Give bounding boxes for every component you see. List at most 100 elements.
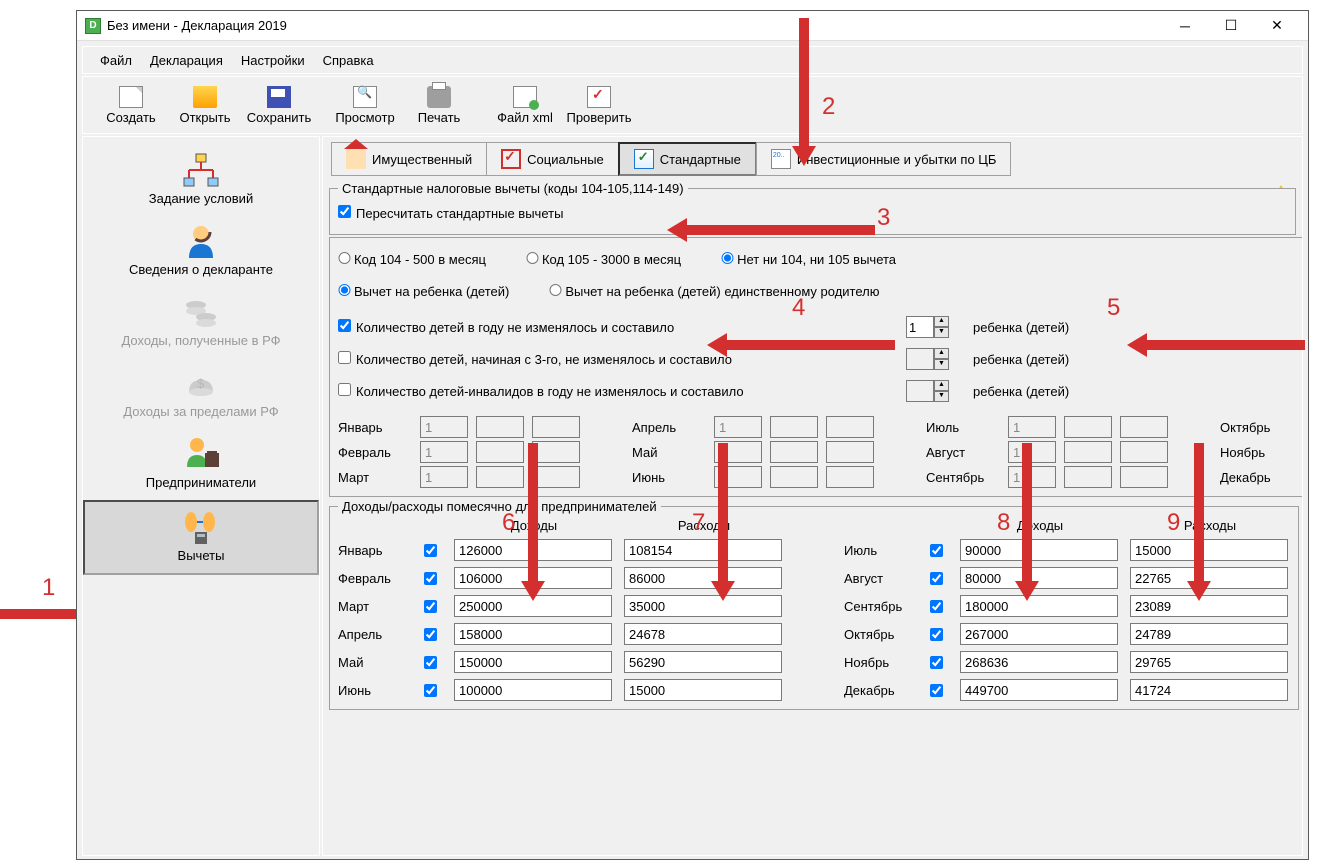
tab-property[interactable]: Имущественный — [331, 142, 487, 176]
toolbar-check[interactable]: Проверить — [563, 80, 635, 130]
recalc-checkbox-label[interactable]: Пересчитать стандартные вычеты — [338, 205, 563, 221]
check-icon — [587, 86, 611, 108]
menu-file[interactable]: Файл — [93, 50, 139, 71]
sidebar-conditions-label: Задание условий — [149, 191, 253, 206]
mar-cb[interactable] — [424, 600, 437, 613]
toolbar-preview-label: Просмотр — [335, 110, 394, 125]
annotation-number-7: 7 — [692, 509, 705, 537]
toolbar-create[interactable]: Создать — [95, 80, 167, 130]
nov-income[interactable] — [960, 651, 1118, 673]
oct-cb[interactable] — [930, 628, 943, 641]
nov-cb[interactable] — [930, 656, 943, 669]
children-from3-spin[interactable]: ▲▼ — [906, 348, 949, 370]
tab-social[interactable]: Социальные — [486, 142, 619, 176]
children-disab-check[interactable]: Количество детей-инвалидов в году не изм… — [338, 383, 898, 399]
jan-2[interactable] — [476, 416, 524, 438]
maximize-button[interactable]: ☐ — [1208, 11, 1254, 41]
recalc-checkbox[interactable] — [338, 205, 351, 218]
feb-cb[interactable] — [424, 572, 437, 585]
children-from3-check[interactable]: Количество детей, начиная с 3-го, не изм… — [338, 351, 898, 367]
menu-settings[interactable]: Настройки — [234, 50, 312, 71]
tab-standard[interactable]: Стандартные — [618, 142, 757, 176]
jan-3[interactable] — [532, 416, 580, 438]
jul-income[interactable] — [960, 539, 1118, 561]
spin-up[interactable]: ▲ — [934, 316, 949, 327]
toolbar-create-label: Создать — [106, 110, 155, 125]
social-icon — [501, 149, 521, 169]
sidebar-income-abroad-label: Доходы за пределами РФ — [123, 404, 278, 419]
annotation-number-3: 3 — [877, 204, 890, 232]
oct-expense[interactable] — [1130, 623, 1288, 645]
annotation-number-6: 6 — [502, 509, 515, 537]
feb-1[interactable] — [420, 441, 468, 463]
apr-cb[interactable] — [424, 628, 437, 641]
tab-social-label: Социальные — [527, 152, 604, 167]
sidebar-item-conditions[interactable]: Задание условий — [83, 145, 319, 216]
mar-income[interactable] — [454, 595, 612, 617]
jun-cb[interactable] — [424, 684, 437, 697]
toolbar-save[interactable]: Сохранить — [243, 80, 315, 130]
toolbar-open[interactable]: Открыть — [169, 80, 241, 130]
sidebar-item-entrepreneur[interactable]: Предприниматели — [83, 429, 319, 500]
jun-income[interactable] — [454, 679, 612, 701]
feb-expense[interactable] — [624, 567, 782, 589]
annotation-number-8: 8 — [997, 509, 1010, 537]
dec-income[interactable] — [960, 679, 1118, 701]
jan-1[interactable] — [420, 416, 468, 438]
jan-income[interactable] — [454, 539, 612, 561]
nov-expense[interactable] — [1130, 651, 1288, 673]
apr-income[interactable] — [454, 623, 612, 645]
apr-expense[interactable] — [624, 623, 782, 645]
jan-expense[interactable] — [624, 539, 782, 561]
children-count-spin[interactable]: ▲▼ — [906, 316, 949, 338]
ie-legend: Доходы/расходы помесячно для предпринима… — [338, 499, 661, 514]
income-expense-group: Доходы/расходы помесячно для предпринима… — [329, 499, 1299, 710]
radio-code105[interactable]: Код 105 - 3000 в месяц — [526, 252, 681, 267]
children-disab-spin[interactable]: ▲▼ — [906, 380, 949, 402]
radio-code104[interactable]: Код 104 - 500 в месяц — [338, 252, 486, 267]
sidebar-item-income-rf: Доходы, полученные в РФ — [83, 287, 319, 358]
radio-childded[interactable]: Вычет на ребенка (детей) — [338, 284, 509, 299]
menu-help[interactable]: Справка — [316, 50, 381, 71]
jul-expense[interactable] — [1130, 539, 1288, 561]
sidebar-entrepreneur-label: Предприниматели — [146, 475, 256, 490]
jul-cb[interactable] — [930, 544, 943, 557]
jan-cb[interactable] — [424, 544, 437, 557]
dec-expense[interactable] — [1130, 679, 1288, 701]
toolbar-preview[interactable]: Просмотр — [329, 80, 401, 130]
minimize-button[interactable]: ─ — [1162, 11, 1208, 41]
may-cb[interactable] — [424, 656, 437, 669]
toolbar-print[interactable]: Печать — [403, 80, 475, 130]
tab-invest-label: Инвестиционные и убытки по ЦБ — [797, 152, 997, 167]
children-count-check[interactable]: Количество детей в году не изменялось и … — [338, 319, 898, 335]
mar-1[interactable] — [420, 466, 468, 488]
sidebar-item-declarant[interactable]: Сведения о декларанте — [83, 216, 319, 287]
menu-declaration[interactable]: Декларация — [143, 50, 230, 71]
sep-income[interactable] — [960, 595, 1118, 617]
radio-childsingle[interactable]: Вычет на ребенка (детей) единственному р… — [549, 284, 879, 299]
mar-expense[interactable] — [624, 595, 782, 617]
radio-no104105[interactable]: Нет ни 104, ни 105 вычета — [721, 252, 896, 267]
aug-cb[interactable] — [930, 572, 943, 585]
tab-invest[interactable]: Инвестиционные и убытки по ЦБ — [756, 142, 1012, 176]
close-button[interactable]: ✕ — [1254, 11, 1300, 41]
jun-expense[interactable] — [624, 679, 782, 701]
annotation-number-5: 5 — [1107, 294, 1120, 322]
standard-icon — [634, 149, 654, 169]
annotation-number-4: 4 — [792, 294, 805, 322]
sep-cb[interactable] — [930, 600, 943, 613]
oct-income[interactable] — [960, 623, 1118, 645]
dec-cb[interactable] — [930, 684, 943, 697]
may-income[interactable] — [454, 651, 612, 673]
aug-income[interactable] — [960, 567, 1118, 589]
may-expense[interactable] — [624, 651, 782, 673]
feb-income[interactable] — [454, 567, 612, 589]
toolbar-xml[interactable]: Файл xml — [489, 80, 561, 130]
sep-expense[interactable] — [1130, 595, 1288, 617]
sidebar-item-income-abroad: $ Доходы за пределами РФ — [83, 358, 319, 429]
conditions-icon — [83, 151, 319, 191]
spin-down[interactable]: ▼ — [934, 327, 949, 338]
svg-text:$: $ — [197, 376, 205, 391]
aug-expense[interactable] — [1130, 567, 1288, 589]
sidebar-item-deductions[interactable]: Вычеты — [83, 500, 319, 575]
